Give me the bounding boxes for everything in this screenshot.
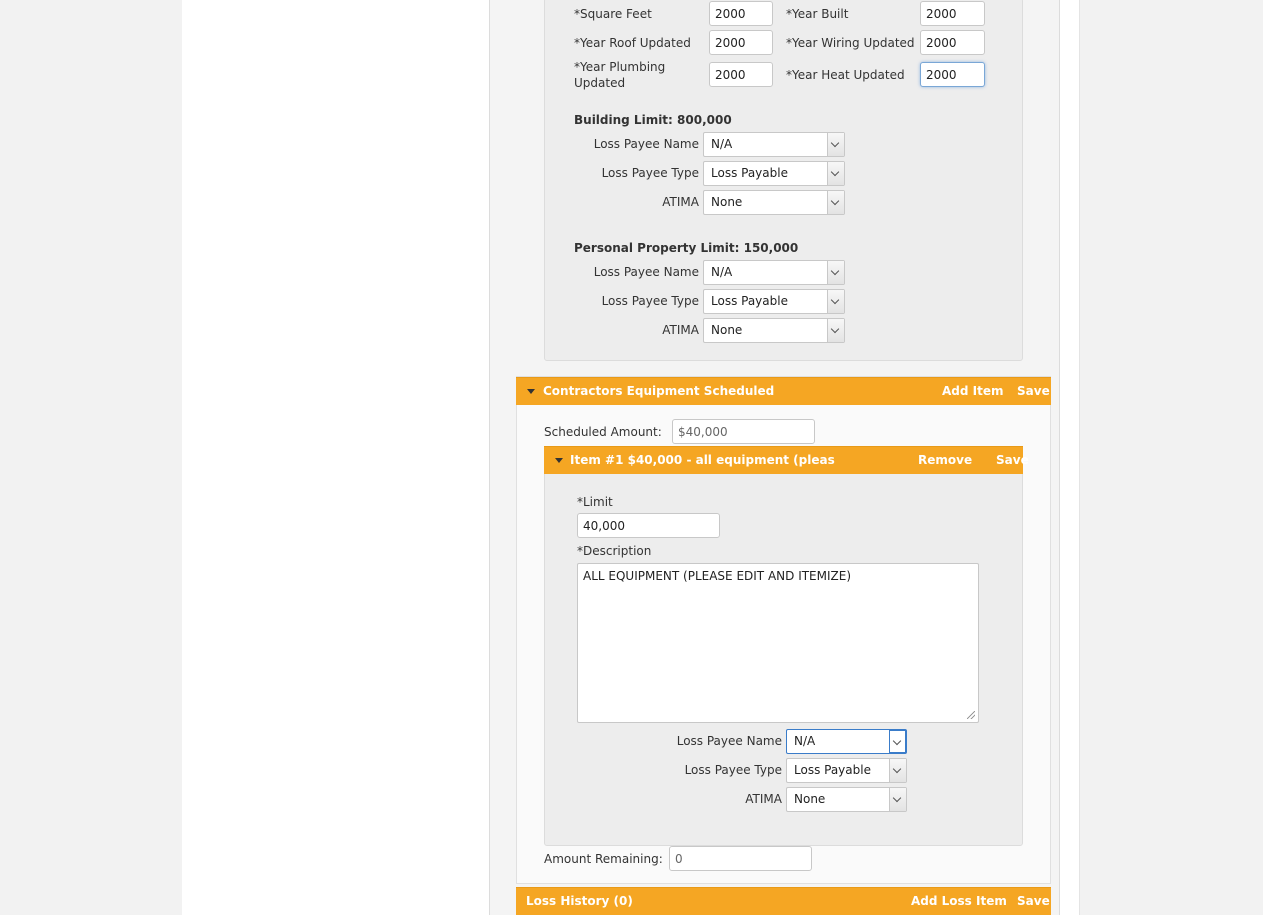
year-wiring-input[interactable]	[920, 30, 985, 55]
collapse-triangle-icon[interactable]	[555, 458, 563, 463]
chevron-down-icon[interactable]	[827, 290, 844, 313]
square-feet-input[interactable]	[709, 1, 773, 26]
limit-input[interactable]	[577, 513, 720, 538]
scheduled-amount-input[interactable]	[672, 419, 815, 444]
pp-loss-payee-type-select[interactable]: Loss Payable	[703, 289, 845, 314]
year-roof-label: *Year Roof Updated	[574, 36, 691, 50]
chevron-down-icon[interactable]	[827, 162, 844, 185]
selected-value: None	[711, 195, 743, 209]
selected-value: None	[794, 792, 826, 806]
year-plumbing-input[interactable]	[709, 62, 773, 87]
building-loss-payee-name-label: Loss Payee Name	[593, 137, 699, 151]
item-save-button[interactable]: Save	[996, 453, 1029, 467]
item-loss-payee-type-label: Loss Payee Type	[684, 763, 782, 777]
selected-value: None	[711, 323, 743, 337]
year-heat-input[interactable]	[920, 62, 985, 87]
selected-value: Loss Payable	[711, 294, 788, 308]
item-atima-label: ATIMA	[745, 792, 782, 806]
building-limit-heading: Building Limit: 800,000	[574, 113, 732, 127]
chevron-down-icon[interactable]	[889, 788, 906, 811]
contractors-title: Contractors Equipment Scheduled	[543, 384, 775, 398]
add-loss-item-button[interactable]: Add Loss Item	[911, 894, 1007, 908]
description-textarea[interactable]: ALL EQUIPMENT (PLEASE EDIT AND ITEMIZE)	[577, 563, 979, 723]
chevron-down-icon[interactable]	[827, 319, 844, 342]
selected-value: N/A	[711, 265, 733, 279]
item-loss-payee-name-select[interactable]: N/A	[786, 729, 907, 754]
selected-value: N/A	[794, 734, 816, 748]
pp-loss-payee-type-label: Loss Payee Type	[601, 294, 699, 308]
selected-value: Loss Payable	[794, 763, 871, 777]
selected-value: Loss Payable	[711, 166, 788, 180]
chevron-down-icon[interactable]	[889, 730, 906, 753]
year-built-input[interactable]	[920, 1, 985, 26]
pp-atima-select[interactable]: None	[703, 318, 845, 343]
pp-atima-label: ATIMA	[662, 323, 699, 337]
add-item-button[interactable]: Add Item	[942, 384, 1004, 398]
loss-history-header-bar[interactable]: Loss History (0) Add Loss Item Save	[516, 887, 1051, 915]
remove-item-button[interactable]: Remove	[918, 453, 972, 467]
chevron-down-icon[interactable]	[889, 759, 906, 782]
year-heat-label: *Year Heat Updated	[786, 68, 905, 82]
item-atima-select[interactable]: None	[786, 787, 907, 812]
contractors-save-button[interactable]: Save	[1017, 384, 1050, 398]
chevron-down-icon[interactable]	[827, 191, 844, 214]
pp-loss-payee-name-label: Loss Payee Name	[593, 265, 699, 279]
item-title: Item #1 $40,000 - all equipment (pleas	[570, 453, 835, 467]
building-atima-select[interactable]: None	[703, 190, 845, 215]
year-built-label: *Year Built	[786, 7, 849, 21]
year-roof-input[interactable]	[709, 30, 773, 55]
building-loss-payee-type-select[interactable]: Loss Payable	[703, 161, 845, 186]
building-atima-label: ATIMA	[662, 195, 699, 209]
loss-history-save-button[interactable]: Save	[1017, 894, 1050, 908]
collapse-triangle-icon[interactable]	[527, 389, 535, 394]
resize-grip-icon[interactable]	[967, 711, 975, 719]
amount-remaining-input[interactable]	[669, 846, 812, 871]
contractors-header-bar[interactable]: Contractors Equipment Scheduled Add Item…	[516, 377, 1051, 405]
item-header-bar[interactable]: Item #1 $40,000 - all equipment (pleas R…	[544, 446, 1029, 474]
amount-remaining-label: Amount Remaining:	[544, 852, 663, 866]
item-loss-payee-name-label: Loss Payee Name	[676, 734, 782, 748]
building-loss-payee-type-label: Loss Payee Type	[601, 166, 699, 180]
building-loss-payee-name-select[interactable]: N/A	[703, 132, 845, 157]
loss-history-title: Loss History (0)	[526, 894, 633, 908]
chevron-down-icon[interactable]	[827, 261, 844, 284]
chevron-down-icon[interactable]	[827, 133, 844, 156]
limit-label: *Limit	[577, 495, 613, 509]
pp-loss-payee-name-select[interactable]: N/A	[703, 260, 845, 285]
square-feet-label: *Square Feet	[574, 7, 652, 21]
scheduled-amount-label: Scheduled Amount:	[544, 425, 662, 439]
description-label: *Description	[577, 544, 652, 558]
year-plumbing-label: *Year Plumbing Updated	[574, 60, 666, 90]
year-wiring-label: *Year Wiring Updated	[786, 36, 915, 50]
selected-value: N/A	[711, 137, 733, 151]
item-loss-payee-type-select[interactable]: Loss Payable	[786, 758, 907, 783]
personal-property-heading: Personal Property Limit: 150,000	[574, 241, 799, 255]
